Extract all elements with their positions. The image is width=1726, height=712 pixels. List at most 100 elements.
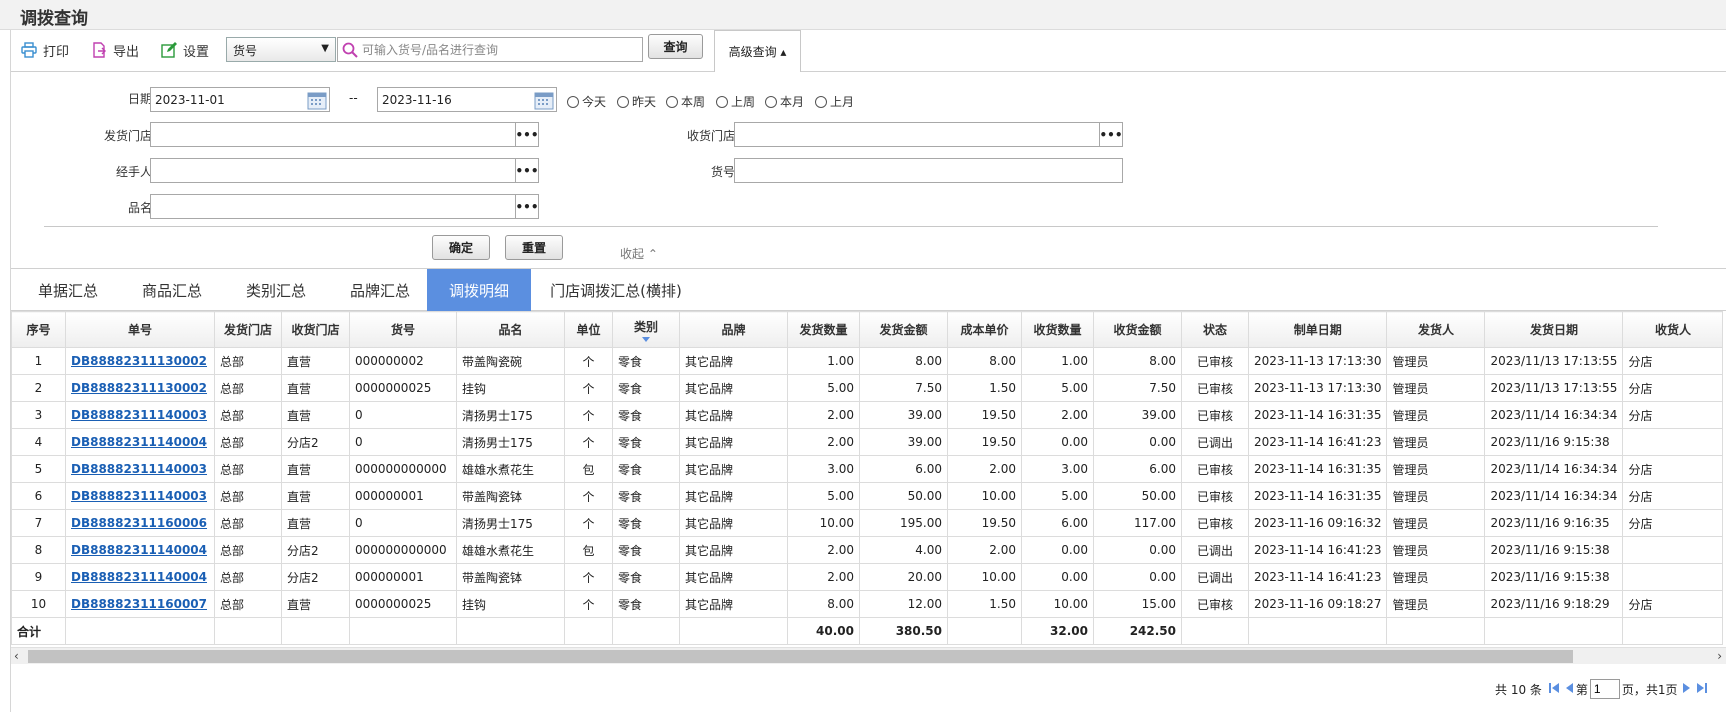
item-no-input[interactable]: [734, 158, 1123, 183]
scrollbar-thumb[interactable]: [28, 650, 1573, 663]
table-row[interactable]: 4 DB88882311140004 总部 分店2 0 清扬男士175 个零食 其它品牌 2.0…: [11, 428, 1724, 456]
calendar-icon[interactable]: [534, 90, 554, 110]
calendar-icon[interactable]: [307, 90, 327, 110]
col-header[interactable]: 发货日期: [1484, 311, 1624, 348]
date-to-value: 2023-11-16: [382, 93, 452, 107]
send-store-input[interactable]: [150, 122, 516, 147]
recv-store-picker-button[interactable]: •••: [1100, 122, 1123, 147]
scroll-right-icon[interactable]: ›: [1717, 649, 1722, 663]
tab-store-transfer-horizontal[interactable]: 门店调拨汇总(横排): [541, 269, 691, 311]
col-header[interactable]: 品牌: [679, 311, 788, 348]
horizontal-scrollbar[interactable]: ‹ ›: [11, 647, 1726, 664]
radio-today[interactable]: 今天: [567, 93, 606, 110]
col-header[interactable]: 发货门店: [214, 311, 282, 348]
col-header[interactable]: 制单日期: [1247, 311, 1388, 348]
col-header[interactable]: 发货人: [1386, 311, 1486, 348]
settings-button[interactable]: 设置: [161, 40, 209, 60]
search-field-select[interactable]: 货号 ▼: [226, 37, 336, 62]
next-page-icon[interactable]: [1682, 682, 1692, 697]
order-no-link[interactable]: DB88882311130002: [71, 381, 207, 395]
table-cell: 已审核: [1181, 455, 1249, 483]
total-cell: 40.00: [787, 617, 860, 645]
search-input[interactable]: [362, 40, 640, 59]
confirm-button[interactable]: 确定: [432, 235, 490, 260]
first-page-icon[interactable]: [1548, 682, 1560, 697]
radio-this-month[interactable]: 本月: [765, 93, 804, 110]
radio-last-month[interactable]: 上月: [815, 93, 854, 110]
order-no-link[interactable]: DB88882311140004: [71, 435, 207, 449]
tab-goods-summary[interactable]: 商品汇总: [123, 269, 221, 311]
col-header[interactable]: 品名: [456, 311, 565, 348]
send-store-picker-button[interactable]: •••: [516, 122, 539, 147]
col-header[interactable]: 单位: [564, 311, 613, 348]
table-cell: 0.00: [1021, 563, 1094, 591]
col-header[interactable]: 状态: [1181, 311, 1249, 348]
col-header[interactable]: 单号: [65, 311, 215, 348]
order-no-link[interactable]: DB88882311140003: [71, 408, 207, 422]
order-no-link[interactable]: DB88882311140004: [71, 570, 207, 584]
item-name-picker-button[interactable]: •••: [516, 194, 539, 219]
handler-picker-button[interactable]: •••: [516, 158, 539, 183]
total-cell: 32.00: [1021, 617, 1094, 645]
table-row[interactable]: 8 DB88882311140004 总部 分店2 000000000000 雄雄水煮花生…: [11, 536, 1724, 564]
reset-button[interactable]: 重置: [505, 235, 563, 260]
table-cell: 20.00: [859, 563, 948, 591]
table-row[interactable]: 5 DB88882311140003 总部 直营 000000000000 雄雄水煮花生包…: [11, 455, 1724, 483]
table-cell: 2023-11-14 16:31:35: [1247, 455, 1388, 483]
tab-category-summary[interactable]: 类别汇总: [227, 269, 325, 311]
table-row[interactable]: 9 DB88882311140004 总部 分店2 000000001 带盖陶瓷钵个零食其…: [11, 563, 1724, 591]
table-cell: 3: [11, 401, 66, 429]
col-header[interactable]: 收货金额: [1093, 311, 1182, 348]
col-header[interactable]: 收货门店: [281, 311, 350, 348]
recv-store-input[interactable]: [734, 122, 1100, 147]
table-cell: 6.00: [1093, 455, 1182, 483]
order-no-link[interactable]: DB88882311160007: [71, 597, 207, 611]
tab-brand-summary[interactable]: 品牌汇总: [331, 269, 429, 311]
print-button[interactable]: 打印: [21, 40, 69, 60]
table-row[interactable]: 10 DB88882311160007 总部 直营 0000000025 挂钩个零食 其它品…: [11, 590, 1724, 618]
page-number-input[interactable]: [1589, 679, 1620, 699]
table-cell: 1.50: [947, 374, 1022, 402]
query-button[interactable]: 查询: [648, 34, 703, 59]
scroll-left-icon[interactable]: ‹: [14, 649, 19, 663]
handler-input[interactable]: [150, 158, 516, 183]
collapse-link[interactable]: 收起 ⌃: [620, 245, 658, 262]
col-header[interactable]: 发货金额: [859, 311, 948, 348]
last-page-icon[interactable]: [1696, 682, 1708, 697]
col-header[interactable]: 货号: [349, 311, 457, 348]
table-row[interactable]: 1 DB88882311130002 总部 直营 000000002 带盖陶瓷碗个零食 其它…: [11, 347, 1724, 375]
col-header-category[interactable]: 类别: [612, 311, 680, 348]
date-to-input[interactable]: 2023-11-16: [377, 87, 557, 112]
radio-yesterday[interactable]: 昨天: [617, 93, 656, 110]
order-no-link[interactable]: DB88882311140003: [71, 462, 207, 476]
radio-this-week[interactable]: 本周: [666, 93, 705, 110]
table-cell: 2023-11-14 16:41:23: [1247, 536, 1388, 564]
item-name-input[interactable]: [150, 194, 516, 219]
order-no-link[interactable]: DB88882311140004: [71, 543, 207, 557]
col-header[interactable]: 序号: [11, 311, 66, 348]
table-row[interactable]: 2 DB88882311130002 总部 直营 0000000025 挂钩个零食 其它品牌…: [11, 374, 1724, 402]
col-header[interactable]: 成本单价: [947, 311, 1022, 348]
edit-settings-icon: [161, 42, 177, 58]
table-cell: 10.00: [947, 563, 1022, 591]
advanced-query-tab[interactable]: 高级查询 ▴: [714, 30, 801, 73]
radio-today-label: 今天: [582, 95, 607, 109]
table-cell: 总部: [214, 455, 282, 483]
tab-transfer-detail[interactable]: 调拨明细: [427, 269, 531, 311]
col-header[interactable]: 收货数量: [1021, 311, 1094, 348]
prev-page-icon[interactable]: [1564, 682, 1574, 697]
order-no-link[interactable]: DB88882311130002: [71, 354, 207, 368]
date-from-input[interactable]: 2023-11-01: [150, 87, 330, 112]
table-row[interactable]: 3 DB88882311140003 总部 直营 0 清扬男士175 个零食 其它品牌 2.00…: [11, 401, 1724, 429]
tab-order-summary[interactable]: 单据汇总: [19, 269, 117, 311]
export-button[interactable]: 导出: [91, 40, 139, 60]
export-icon: [93, 42, 106, 58]
col-header[interactable]: 发货数量: [787, 311, 860, 348]
order-no-link[interactable]: DB88882311140003: [71, 489, 207, 503]
radio-last-week[interactable]: 上周: [716, 93, 755, 110]
table-row[interactable]: 6 DB88882311140003 总部 直营 000000001 带盖陶瓷钵个零食 其它…: [11, 482, 1724, 510]
col-header[interactable]: 收货人: [1622, 311, 1724, 348]
table-row[interactable]: 7 DB88882311160006 总部 直营 0 清扬男士175 个零食 其它品牌 10.0…: [11, 509, 1724, 537]
table-cell: [612, 617, 680, 645]
order-no-link[interactable]: DB88882311160006: [71, 516, 207, 530]
